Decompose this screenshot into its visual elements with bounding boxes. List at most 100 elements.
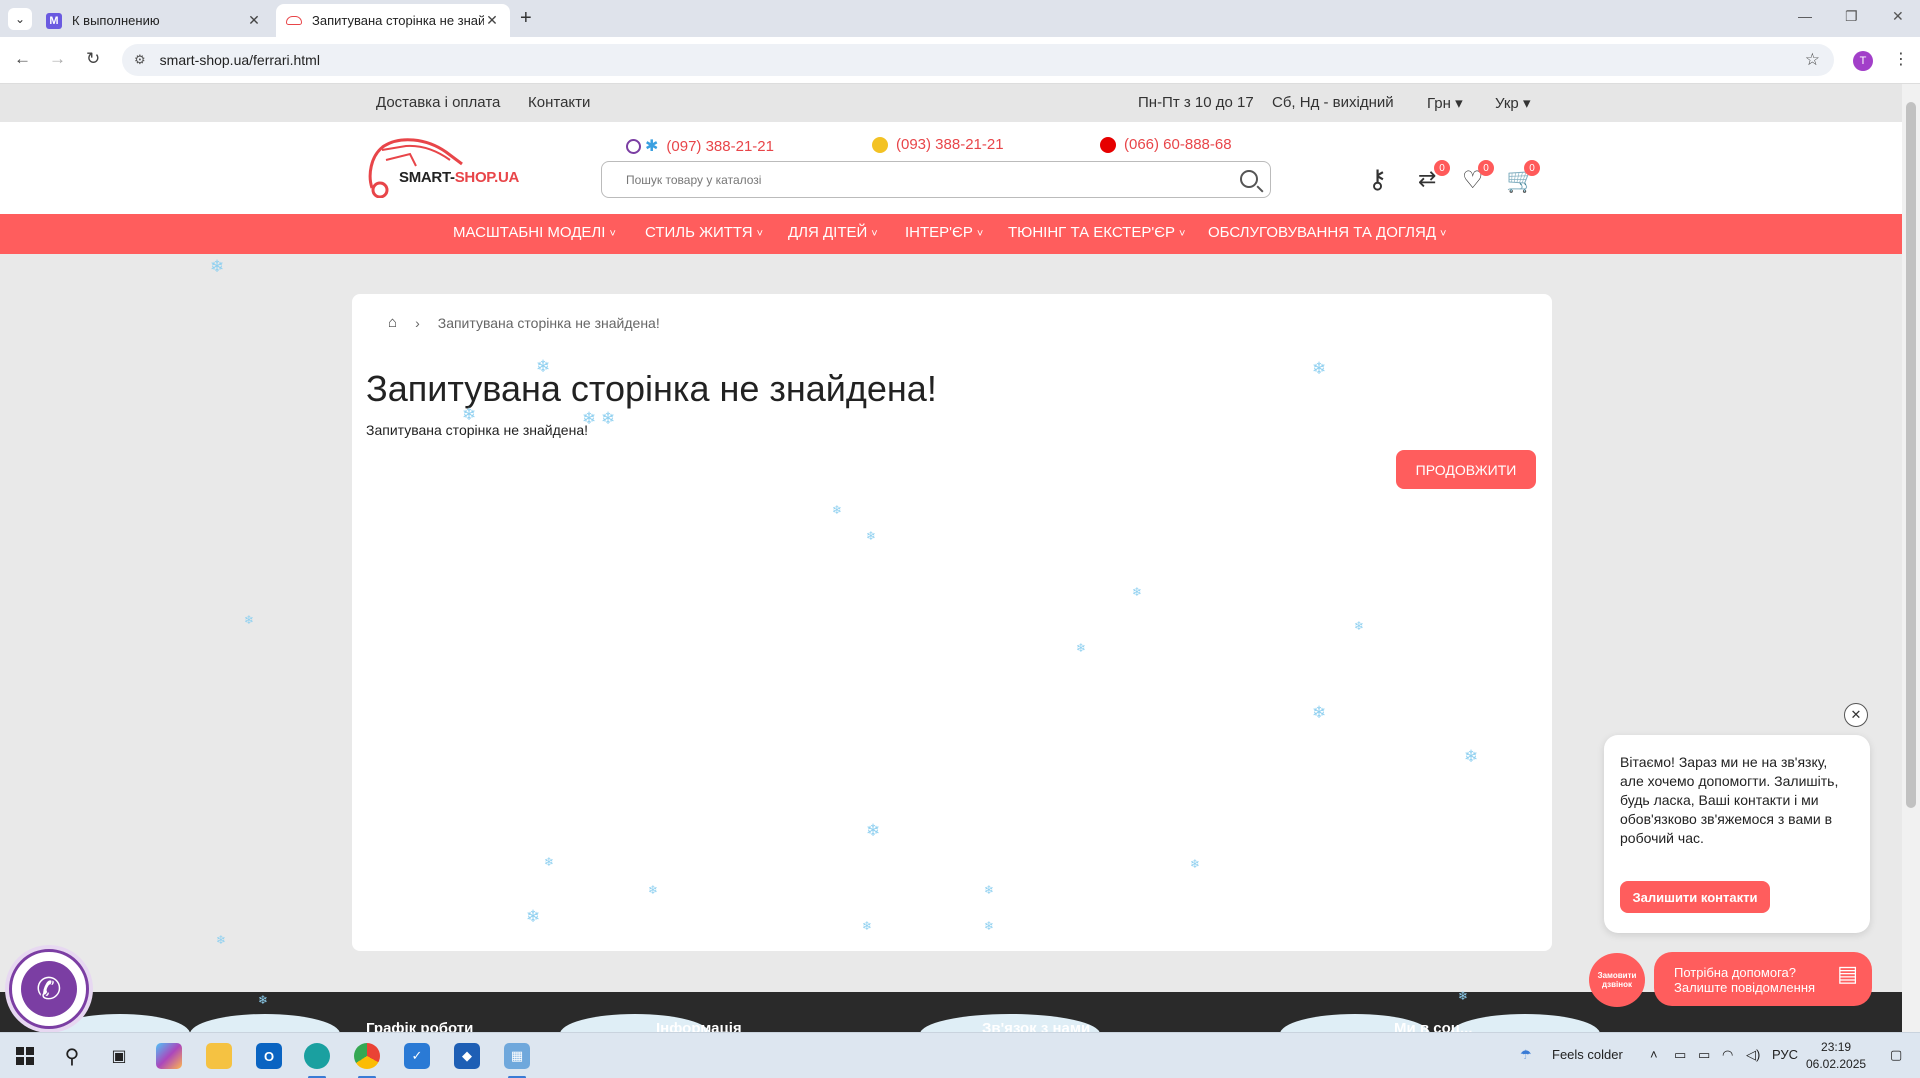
close-icon[interactable]: ✕: [246, 12, 262, 29]
forward-arrow-icon[interactable]: →: [49, 49, 66, 69]
tab-active[interactable]: Запитувана сторінка не знайд ✕: [276, 4, 510, 37]
snowflake-icon: ❄: [216, 933, 227, 947]
breadcrumb-current[interactable]: Запитувана сторінка не знайдена!: [438, 315, 660, 331]
snowflake-icon: ❄: [648, 883, 659, 897]
main-menu: Масштабні моделі Стиль життя Для дітей І…: [0, 214, 1902, 254]
tab-search-button[interactable]: ⌄: [8, 8, 32, 30]
close-window-icon[interactable]: ✕: [1892, 8, 1904, 25]
volume-icon[interactable]: ◁): [1746, 1047, 1760, 1063]
viber-button[interactable]: ✆: [9, 949, 89, 1029]
snowflake-icon: ❄: [1190, 857, 1201, 871]
menu-tuning[interactable]: Тюнінг та екстер'єр: [1008, 224, 1185, 241]
logo-car-icon[interactable]: [366, 136, 526, 198]
close-icon[interactable]: ✕: [484, 12, 500, 29]
help-message-button[interactable]: Потрібна допомога? Залиште повідомлення …: [1654, 952, 1872, 1006]
snowflake-icon: ❄: [244, 613, 255, 627]
menu-lifestyle[interactable]: Стиль життя: [645, 224, 763, 241]
caret-down-icon: ▾: [1522, 95, 1531, 112]
tab-title: К выполнению: [72, 13, 160, 28]
weather-text[interactable]: Feels colder: [1552, 1047, 1623, 1062]
contacts-link[interactable]: Контакти: [528, 94, 590, 111]
footer-social-title: Ми в соц...: [1394, 1020, 1473, 1032]
minimize-icon[interactable]: —: [1798, 8, 1812, 24]
key-icon[interactable]: ⚷: [1368, 164, 1387, 195]
page-scrollbar[interactable]: [1902, 84, 1920, 1032]
tray-app-icon[interactable]: ▭: [1674, 1047, 1686, 1063]
site-settings-icon[interactable]: ⚙: [134, 52, 146, 68]
phone-vodafone[interactable]: (066) 60-888-68: [1100, 136, 1232, 153]
snowflake-icon: ❄: [544, 855, 555, 869]
snowflake-icon: ❄: [258, 993, 269, 1007]
copilot-icon[interactable]: [156, 1043, 182, 1069]
search-icon[interactable]: ⚲: [59, 1043, 85, 1069]
tab-title: Запитувана сторінка не знайд: [312, 13, 484, 28]
input-language[interactable]: РУС: [1772, 1047, 1798, 1062]
snowflake-icon: ❄: [1076, 641, 1087, 655]
footer-contact-title: Зв'язок з нами: [982, 1020, 1091, 1032]
chevron-up-icon[interactable]: ˄: [1650, 1047, 1658, 1062]
home-icon[interactable]: ⌂: [388, 314, 397, 331]
logo-part-a: SMART-: [399, 169, 455, 186]
snowflake-icon: ❄: [1312, 359, 1327, 378]
menu-interior[interactable]: Інтер'єр: [905, 224, 983, 241]
continue-button[interactable]: Продовжити: [1396, 450, 1536, 489]
phone-lifecell[interactable]: (093) 388-21-21: [872, 136, 1004, 153]
leave-contacts-button[interactable]: Залишити контакти: [1620, 881, 1770, 913]
profile-avatar[interactable]: T: [1853, 51, 1873, 71]
scrollbar-thumb[interactable]: [1906, 102, 1916, 808]
search-input[interactable]: Пошук товару у каталозі: [601, 161, 1271, 198]
task-view-icon[interactable]: ▣: [106, 1043, 132, 1069]
address-bar-row: ← → ↻ ⚙ smart-shop.ua/ferrari.html ☆ T ⋮: [0, 37, 1920, 84]
back-arrow-icon[interactable]: ←: [14, 49, 31, 69]
weekday-hours: Пн-Пт з 10 до 17: [1138, 94, 1254, 111]
battery-icon[interactable]: ▭: [1698, 1047, 1710, 1063]
app-icon[interactable]: ✓: [404, 1043, 430, 1069]
vodafone-icon: [1100, 136, 1116, 153]
weather-icon[interactable]: ☂: [1520, 1047, 1532, 1063]
delivery-link[interactable]: Доставка і оплата: [376, 94, 500, 111]
chat-message: Вітаємо! Зараз ми не на зв'язку, але хоч…: [1620, 754, 1839, 846]
tab-favicon: M: [46, 12, 62, 29]
chat-close-icon[interactable]: ✕: [1844, 703, 1868, 727]
url-field[interactable]: ⚙ smart-shop.ua/ferrari.html ☆: [122, 44, 1834, 76]
footer-info-title: Інформація: [656, 1020, 742, 1032]
outlook-icon[interactable]: O: [256, 1043, 282, 1069]
callback-button[interactable]: Замовити дзвінок: [1589, 953, 1645, 1007]
viber-phone-icon: ✆: [21, 961, 77, 1017]
windows-start-icon[interactable]: [12, 1043, 38, 1069]
phone-kyivstar[interactable]: ✱ (097) 388-21-21: [626, 136, 774, 156]
file-explorer-icon[interactable]: [206, 1043, 232, 1069]
logo-part-b: SHOP.UA: [454, 169, 520, 186]
notifications-icon[interactable]: ▢: [1890, 1047, 1902, 1063]
snowflake-icon: ❄: [1354, 619, 1365, 633]
menu-scale-models[interactable]: Масштабні моделі: [453, 224, 616, 241]
viber-icon: [626, 138, 641, 154]
reload-icon[interactable]: ↻: [86, 49, 100, 69]
kyivstar-icon: ✱: [645, 138, 659, 155]
wifi-icon[interactable]: ◠: [1722, 1047, 1733, 1063]
tab-k-vypolneniyu[interactable]: M К выполнению ✕: [36, 4, 272, 37]
app-icon[interactable]: ◆: [454, 1043, 480, 1069]
language-select[interactable]: Укр ▾: [1495, 94, 1530, 112]
phone-number: (066) 60-888-68: [1124, 136, 1232, 153]
restore-icon[interactable]: ❐: [1845, 8, 1858, 25]
content-card: ⌂ › Запитувана сторінка не знайдена! Зап…: [352, 294, 1552, 951]
caret-down-icon: ▾: [1455, 95, 1463, 112]
clock[interactable]: 23:19 06.02.2025: [1806, 1039, 1866, 1073]
new-tab-button[interactable]: +: [520, 7, 532, 30]
url-text: smart-shop.ua/ferrari.html: [159, 52, 320, 68]
browser-menu-icon[interactable]: ⋮: [1893, 49, 1909, 69]
chrome-icon[interactable]: [354, 1043, 380, 1069]
bookmark-star-icon[interactable]: ☆: [1805, 50, 1820, 70]
help-line-1: Потрібна допомога?: [1674, 965, 1796, 980]
breadcrumb: ⌂ › Запитувана сторінка не знайдена!: [388, 314, 660, 331]
app-icon[interactable]: ▦: [504, 1043, 530, 1069]
not-found-message: Запитувана сторінка не знайдена!: [366, 422, 588, 438]
search-icon[interactable]: [1240, 170, 1258, 188]
logo-text[interactable]: SMART-SHOP.UA: [399, 169, 519, 186]
menu-maintenance[interactable]: Обслуговування та догляд: [1208, 224, 1446, 241]
edge-icon[interactable]: [304, 1043, 330, 1069]
menu-kids[interactable]: Для дітей: [788, 224, 878, 241]
currency-select[interactable]: Грн ▾: [1427, 94, 1463, 112]
snowflake-icon: ❄: [984, 883, 995, 897]
